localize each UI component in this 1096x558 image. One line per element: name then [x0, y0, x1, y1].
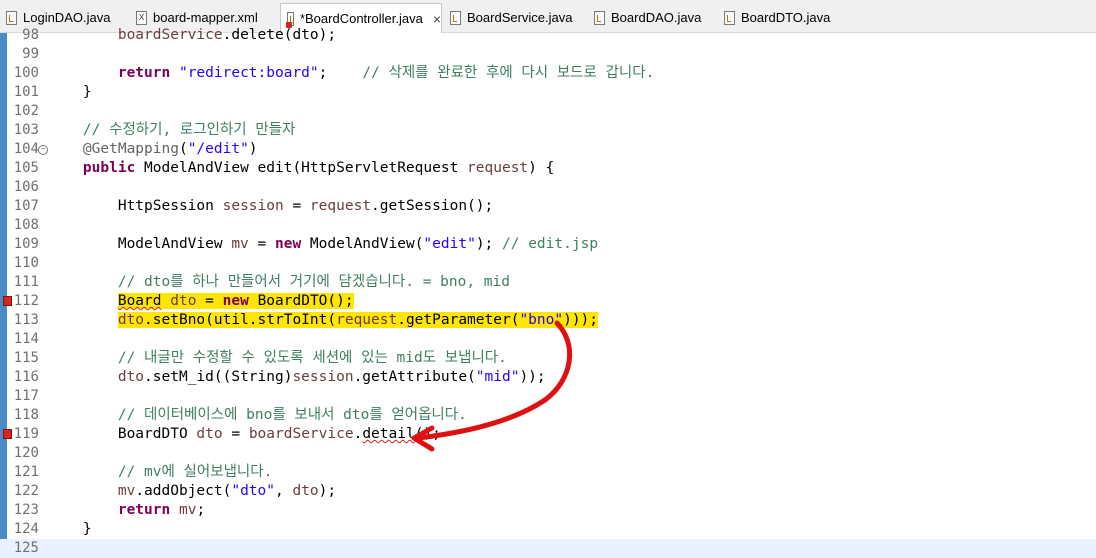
error-marker-icon[interactable]: [3, 429, 12, 439]
code-text: HttpSession session = request.getSession…: [48, 198, 494, 214]
line-number: 114: [13, 331, 39, 347]
tab-label: BoardDAO.java: [611, 10, 702, 25]
tab-label: *BoardController.java: [299, 11, 423, 26]
code-line[interactable]: 115 // 내글만 수정할 수 있도록 세션에 있는 mid도 보냅니다.: [0, 349, 1096, 368]
line-number: 117: [13, 388, 39, 404]
code-line[interactable]: 121 // mv에 실어보냅니다.: [0, 463, 1096, 482]
code-text: // dto를 하나 만들어서 거기에 담겠습니다. = bno, mid: [117, 274, 510, 290]
line-number: 108: [13, 217, 39, 233]
code-text: // 데이터베이스에 bno를 보내서 dto를 얻어옵니다.: [117, 407, 467, 423]
line-number: 110: [13, 255, 39, 271]
code-line[interactable]: 118 // 데이터베이스에 bno를 보내서 dto를 얻어옵니다.: [0, 406, 1096, 425]
line-number: 100: [13, 65, 39, 81]
code-line[interactable]: 116 dto.setM_id((String)session.getAttri…: [0, 368, 1096, 387]
line-number: 111: [13, 274, 39, 290]
code-text: // mv에 실어보냅니다.: [117, 464, 273, 480]
java-file-icon: [450, 10, 461, 25]
line-number: 120: [13, 445, 39, 461]
code-text: // 내글만 수정할 수 있도록 세션에 있는 mid도 보냅니다.: [117, 350, 507, 366]
code-line[interactable]: 100 return "redirect:board"; // 삭제를 완료한 …: [0, 64, 1096, 83]
line-number: 113: [13, 312, 39, 328]
code-line[interactable]: 99: [0, 45, 1096, 64]
line-number: 102: [13, 103, 39, 119]
code-line[interactable]: 117: [0, 387, 1096, 406]
code-line[interactable]: 103 // 수정하기, 로그인하기 만들자: [0, 121, 1096, 140]
line-number: 104: [13, 141, 39, 157]
code-text: }: [48, 84, 92, 100]
code-text: dto.setM_id((String)session.getAttribute…: [117, 369, 546, 385]
code-line[interactable]: 109 ModelAndView mv = new ModelAndView("…: [0, 235, 1096, 254]
fold-toggle-icon[interactable]: −: [38, 145, 48, 155]
code-line[interactable]: 120: [0, 444, 1096, 463]
xml-file-icon: X: [136, 10, 147, 25]
line-number: 123: [13, 502, 39, 518]
code-text: BoardDTO dto = boardService.detail();: [48, 426, 441, 442]
line-number: 106: [13, 179, 39, 195]
line-number: 105: [13, 160, 39, 176]
code-line[interactable]: 124 }: [0, 520, 1096, 539]
line-number: 122: [13, 483, 39, 499]
code-text: boardService.delete(dto);: [117, 27, 337, 43]
line-number: 115: [13, 350, 39, 366]
error-marker-icon[interactable]: [3, 296, 12, 306]
java-file-icon: [724, 10, 735, 25]
java-file-icon: [594, 10, 605, 25]
code-text: ModelAndView mv = new ModelAndView("edit…: [48, 236, 599, 252]
line-number: 103: [13, 122, 39, 138]
code-line[interactable]: 125: [0, 539, 1096, 558]
code-line[interactable]: 107 HttpSession session = request.getSes…: [0, 197, 1096, 216]
code-line[interactable]: 101 }: [0, 83, 1096, 102]
code-line[interactable]: 108: [0, 216, 1096, 235]
code-line[interactable]: 102: [0, 102, 1096, 121]
code-text: return mv;: [117, 502, 206, 518]
tab-label: LoginDAO.java: [23, 10, 111, 25]
line-number: 116: [13, 369, 39, 385]
code-line[interactable]: 112 Board dto = new BoardDTO();: [0, 292, 1096, 311]
code-line[interactable]: 105 public ModelAndView edit(HttpServlet…: [0, 159, 1096, 178]
code-text: // 수정하기, 로그인하기 만들자: [82, 122, 296, 138]
line-number: 124: [13, 521, 39, 537]
tab-label: board-mapper.xml: [153, 10, 258, 25]
tab-label: BoardService.java: [467, 10, 573, 25]
code-text: return "redirect:board"; // 삭제를 완료한 후에 다…: [117, 65, 655, 81]
code-line[interactable]: 122 mv.addObject("dto", dto);: [0, 482, 1096, 501]
line-number: 109: [13, 236, 39, 252]
code-line[interactable]: 114: [0, 330, 1096, 349]
code-text: mv.addObject("dto", dto);: [117, 483, 337, 499]
line-number: 107: [13, 198, 39, 214]
line-number: 125: [13, 540, 39, 556]
code-text: @GetMapping("/edit"): [82, 141, 258, 157]
line-number: 112: [13, 293, 39, 309]
line-number: 98: [22, 27, 39, 43]
code-line[interactable]: 110: [0, 254, 1096, 273]
line-number: 99: [22, 46, 39, 62]
code-line[interactable]: 98 boardService.delete(dto);: [0, 26, 1096, 45]
code-text: }: [48, 521, 92, 537]
line-number: 118: [13, 407, 39, 423]
tab-label: BoardDTO.java: [741, 10, 831, 25]
close-icon[interactable]: ×: [433, 11, 441, 27]
code-line[interactable]: 123 return mv;: [0, 501, 1096, 520]
java-file-icon: [6, 10, 17, 25]
code-text: dto.setBno(util.strToInt(request.getPara…: [117, 312, 599, 328]
line-number: 119: [13, 426, 39, 442]
code-text: public ModelAndView edit(HttpServletRequ…: [82, 160, 555, 176]
code-line[interactable]: 104− @GetMapping("/edit"): [0, 140, 1096, 159]
code-line[interactable]: 119 BoardDTO dto = boardService.detail()…: [0, 425, 1096, 444]
code-line[interactable]: 111 // dto를 하나 만들어서 거기에 담겠습니다. = bno, mi…: [0, 273, 1096, 292]
line-number: 121: [13, 464, 39, 480]
code-line[interactable]: 113 dto.setBno(util.strToInt(request.get…: [0, 311, 1096, 330]
code-text: Board dto = new BoardDTO();: [117, 293, 354, 309]
java-file-error-icon: [286, 11, 294, 28]
code-line[interactable]: 106: [0, 178, 1096, 197]
line-number: 101: [13, 84, 39, 100]
